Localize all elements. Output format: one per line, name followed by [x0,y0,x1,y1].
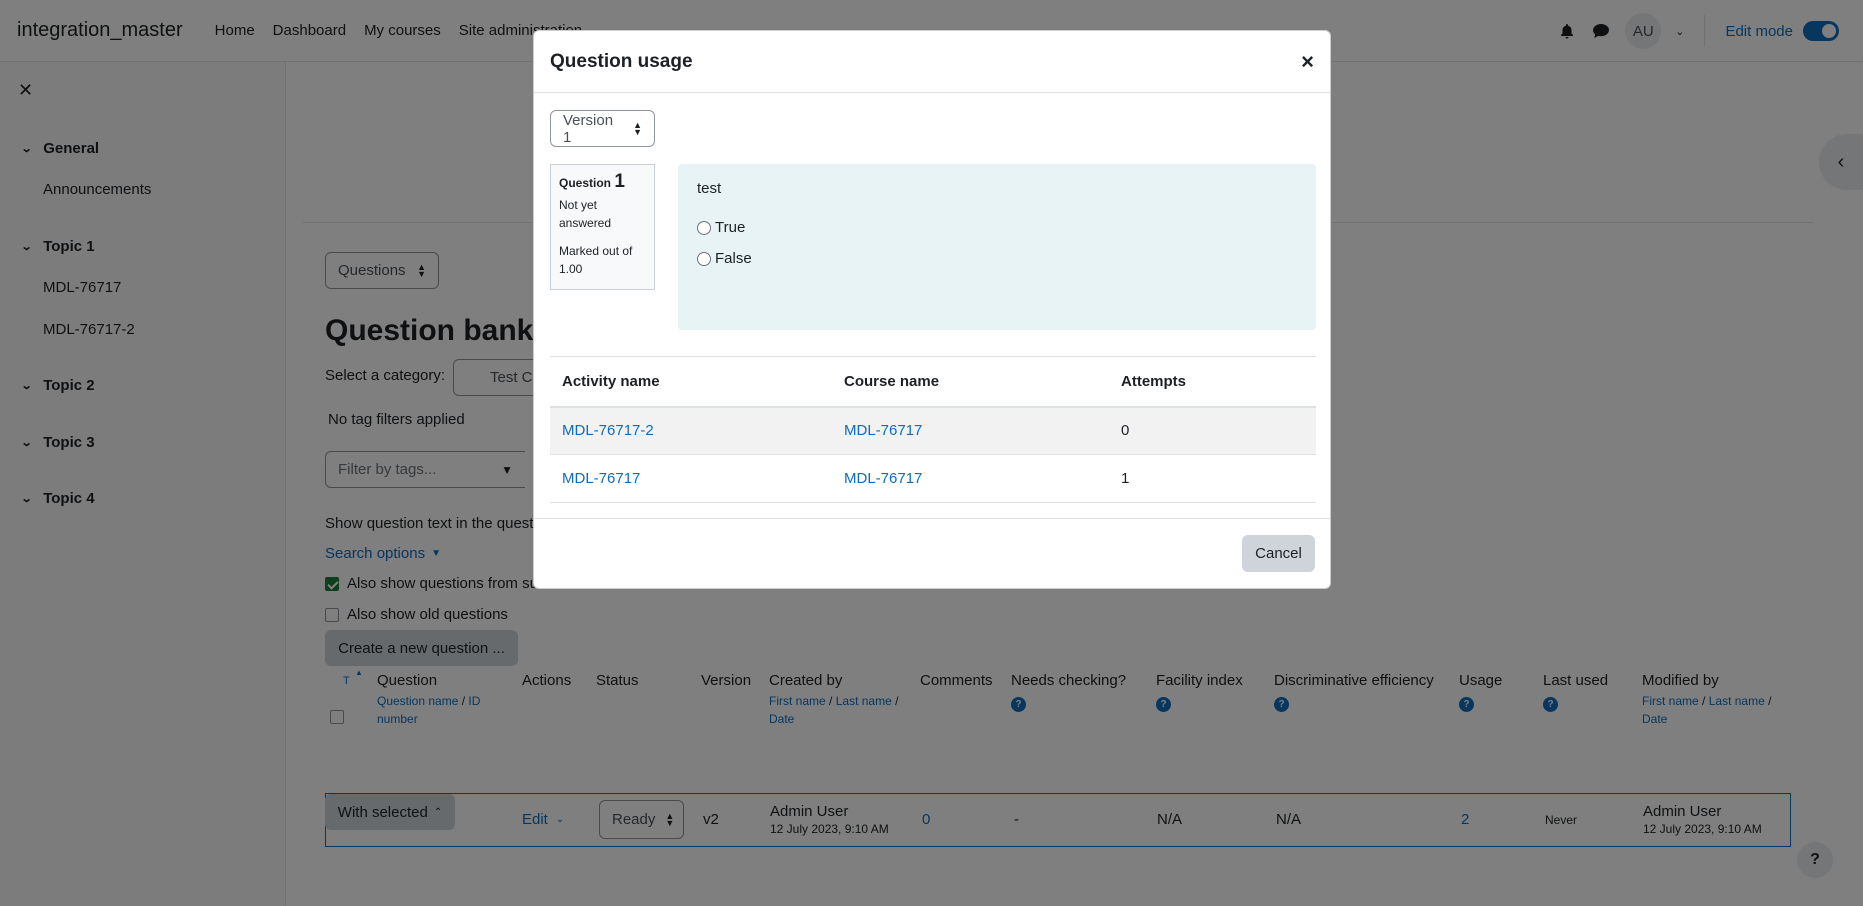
activity-link[interactable]: MDL-76717-2 [562,422,654,439]
cancel-button[interactable]: Cancel [1242,535,1315,572]
question-label: Question [559,176,612,190]
version-select[interactable]: Version 1 ▲ ▼ [550,110,655,147]
question-number-value: 1 [614,171,625,192]
table-row: MDL-76717 MDL-76717 1 [550,454,1316,503]
answer-label: True [715,219,746,236]
activity-link[interactable]: MDL-76717 [562,470,640,487]
modal-footer: Cancel [534,518,1330,588]
answer-label: False [715,250,752,267]
question-content: test True False [678,164,1316,330]
column-header-course-name: Course name [832,356,1109,408]
course-link[interactable]: MDL-76717 [844,470,922,487]
modal-body: Version 1 ▲ ▼ Question 1 Not yet answered… [534,93,1330,550]
usage-table: Activity name Course name Attempts MDL-7… [550,356,1316,503]
modal-header: Question usage × [534,31,1330,93]
activity-cell: MDL-76717 [550,454,832,503]
column-header-activity-name: Activity name [550,356,832,408]
activity-cell: MDL-76717-2 [550,406,832,455]
question-text: test [697,180,722,197]
attempts-cell: 0 [1109,406,1316,455]
version-select-value: Version 1 [563,111,614,146]
answer-radio[interactable] [697,220,711,235]
column-header-attempts: Attempts [1109,356,1316,408]
course-link[interactable]: MDL-76717 [844,422,922,439]
attempts-cell: 1 [1109,454,1316,503]
close-icon[interactable]: × [1301,49,1314,75]
answer-option-true[interactable]: True [697,219,1297,236]
question-state: Not yet answered [559,198,612,230]
question-usage-modal: Question usage × Version 1 ▲ ▼ Question 1… [533,30,1331,589]
question-number: Question 1 [559,171,646,192]
answer-radio[interactable] [697,251,711,266]
select-arrows-icon: ▲▼ [633,119,642,137]
question-grade: Marked out of 1.00 [559,244,633,276]
course-cell: MDL-76717 [832,454,1109,503]
table-row: MDL-76717-2 MDL-76717 0 [550,406,1316,455]
modal-title: Question usage [550,50,693,72]
answer-option-false[interactable]: False [697,250,1297,267]
question-info-box: Question 1 Not yet answered Marked out o… [550,164,655,290]
course-cell: MDL-76717 [832,406,1109,455]
usage-table-header-row: Activity name Course name Attempts [550,356,1316,408]
